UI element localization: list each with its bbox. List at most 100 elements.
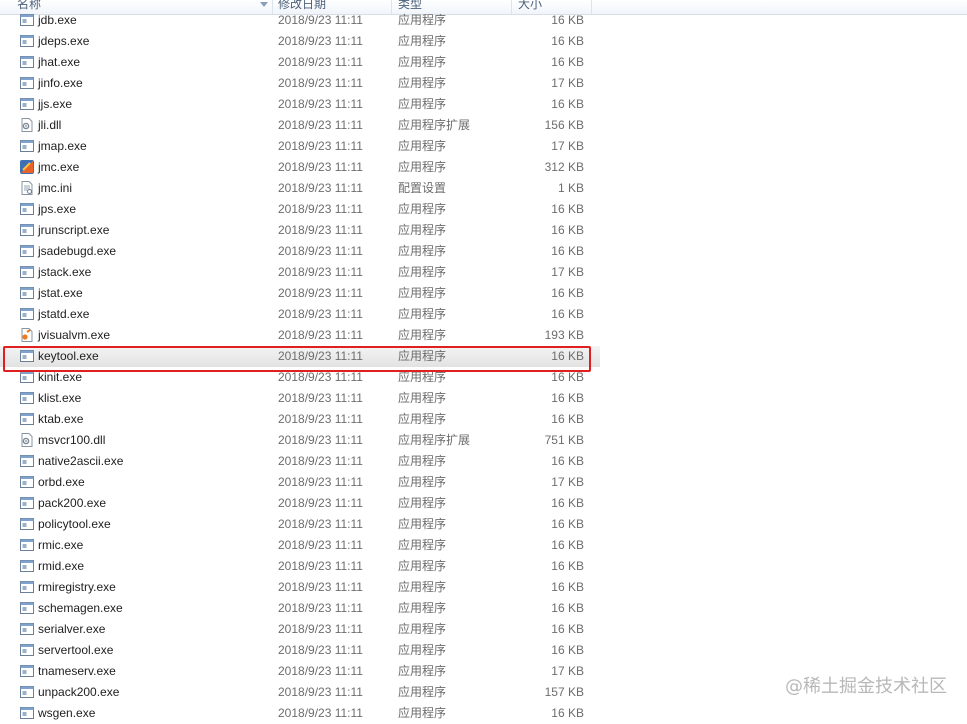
file-row[interactable]: orbd.exe 2018/9/23 11:11 应用程序 17 KB xyxy=(0,472,600,493)
sort-ascending-icon xyxy=(260,2,268,7)
file-modified-date: 2018/9/23 11:11 xyxy=(278,559,363,573)
file-row[interactable]: jmap.exe 2018/9/23 11:11 应用程序 17 KB xyxy=(0,136,600,157)
file-name: jdeps.exe xyxy=(38,34,90,48)
file-type: 应用程序 xyxy=(398,307,447,321)
file-size: 17 KB xyxy=(551,76,584,90)
file-type: 应用程序 xyxy=(398,34,447,48)
file-row[interactable]: jrunscript.exe 2018/9/23 11:11 应用程序 16 KB xyxy=(0,220,600,241)
file-type: 应用程序 xyxy=(398,685,447,699)
file-row[interactable]: jdb.exe 2018/9/23 11:11 应用程序 16 KB xyxy=(0,10,600,31)
file-row[interactable]: jmc.ini 2018/9/23 11:11 配置设置 1 KB xyxy=(0,178,600,199)
exe-file-icon xyxy=(19,558,35,574)
file-row[interactable]: rmid.exe 2018/9/23 11:11 应用程序 16 KB xyxy=(0,556,600,577)
file-row[interactable]: jstack.exe 2018/9/23 11:11 应用程序 17 KB xyxy=(0,262,600,283)
file-name: schemagen.exe xyxy=(38,601,123,615)
file-row[interactable]: wsgen.exe 2018/9/23 11:11 应用程序 16 KB xyxy=(0,703,600,724)
file-row[interactable]: native2ascii.exe 2018/9/23 11:11 应用程序 16 KB xyxy=(0,451,600,472)
file-row[interactable]: jdeps.exe 2018/9/23 11:11 应用程序 16 KB xyxy=(0,31,600,52)
file-row[interactable]: schemagen.exe 2018/9/23 11:11 应用程序 16 KB xyxy=(0,598,600,619)
exe-file-icon xyxy=(19,621,35,637)
file-name: jrunscript.exe xyxy=(38,223,110,237)
file-row[interactable]: pack200.exe 2018/9/23 11:11 应用程序 16 KB xyxy=(0,493,600,514)
file-row[interactable]: jps.exe 2018/9/23 11:11 应用程序 16 KB xyxy=(0,199,600,220)
file-type: 应用程序 xyxy=(398,496,447,510)
file-size: 16 KB xyxy=(551,622,584,636)
file-row[interactable]: jli.dll 2018/9/23 11:11 应用程序扩展 156 KB xyxy=(0,115,600,136)
file-row[interactable]: jjs.exe 2018/9/23 11:11 应用程序 16 KB xyxy=(0,94,600,115)
file-row-keytool[interactable]: keytool.exe 2018/9/23 11:11 应用程序 16 KB xyxy=(0,346,600,367)
file-name: keytool.exe xyxy=(38,349,99,363)
file-size: 16 KB xyxy=(551,559,584,573)
file-name: servertool.exe xyxy=(38,643,114,657)
file-row[interactable]: jhat.exe 2018/9/23 11:11 应用程序 16 KB xyxy=(0,52,600,73)
file-row[interactable]: jsadebugd.exe 2018/9/23 11:11 应用程序 16 KB xyxy=(0,241,600,262)
exe-file-icon xyxy=(19,12,35,28)
file-row[interactable]: unpack200.exe 2018/9/23 11:11 应用程序 157 KB xyxy=(0,682,600,703)
file-type: 配置设置 xyxy=(398,181,447,195)
exe-file-icon xyxy=(19,54,35,70)
exe-file-icon xyxy=(19,75,35,91)
file-row[interactable]: serialver.exe 2018/9/23 11:11 应用程序 16 KB xyxy=(0,619,600,640)
file-row[interactable]: ktab.exe 2018/9/23 11:11 应用程序 16 KB xyxy=(0,409,600,430)
file-row[interactable]: jmc.exe 2018/9/23 11:11 应用程序 312 KB xyxy=(0,157,600,178)
file-type: 应用程序 xyxy=(398,328,447,342)
file-type: 应用程序 xyxy=(398,664,447,678)
file-type: 应用程序 xyxy=(398,13,447,27)
file-type: 应用程序 xyxy=(398,223,447,237)
file-modified-date: 2018/9/23 11:11 xyxy=(278,286,363,300)
file-size: 16 KB xyxy=(551,349,584,363)
exe-file-icon xyxy=(19,663,35,679)
file-row[interactable]: rmiregistry.exe 2018/9/23 11:11 应用程序 16 KB xyxy=(0,577,600,598)
file-name: wsgen.exe xyxy=(38,706,96,720)
file-modified-date: 2018/9/23 11:11 xyxy=(278,538,363,552)
file-name: jstat.exe xyxy=(38,286,83,300)
file-type: 应用程序扩展 xyxy=(398,433,471,447)
file-modified-date: 2018/9/23 11:11 xyxy=(278,475,363,489)
ini-file-icon xyxy=(19,180,35,196)
file-row[interactable]: servertool.exe 2018/9/23 11:11 应用程序 16 KB xyxy=(0,640,600,661)
dll-file-icon xyxy=(19,117,35,133)
file-modified-date: 2018/9/23 11:11 xyxy=(278,517,363,531)
file-row[interactable]: rmic.exe 2018/9/23 11:11 应用程序 16 KB xyxy=(0,535,600,556)
dll-file-icon xyxy=(19,432,35,448)
file-size: 16 KB xyxy=(551,97,584,111)
file-size: 16 KB xyxy=(551,706,584,720)
file-modified-date: 2018/9/23 11:11 xyxy=(278,685,363,699)
file-name: pack200.exe xyxy=(38,496,107,510)
file-size: 16 KB xyxy=(551,601,584,615)
file-name: orbd.exe xyxy=(38,475,85,489)
file-type: 应用程序扩展 xyxy=(398,118,471,132)
file-size: 751 KB xyxy=(544,433,584,447)
file-row[interactable]: kinit.exe 2018/9/23 11:11 应用程序 16 KB xyxy=(0,367,600,388)
file-name: jjs.exe xyxy=(38,97,73,111)
exe-file-icon xyxy=(19,369,35,385)
file-type: 应用程序 xyxy=(398,55,447,69)
file-modified-date: 2018/9/23 11:11 xyxy=(278,349,363,363)
file-row[interactable]: tnameserv.exe 2018/9/23 11:11 应用程序 17 KB xyxy=(0,661,600,682)
exe-file-icon xyxy=(19,516,35,532)
exe-file-icon xyxy=(19,537,35,553)
file-row[interactable]: jstat.exe 2018/9/23 11:11 应用程序 16 KB xyxy=(0,283,600,304)
exe-file-icon xyxy=(19,222,35,238)
file-type: 应用程序 xyxy=(398,349,447,363)
file-type: 应用程序 xyxy=(398,265,447,279)
file-row[interactable]: klist.exe 2018/9/23 11:11 应用程序 16 KB xyxy=(0,388,600,409)
file-name: jvisualvm.exe xyxy=(38,328,111,342)
file-row[interactable]: policytool.exe 2018/9/23 11:11 应用程序 16 KB xyxy=(0,514,600,535)
file-modified-date: 2018/9/23 11:11 xyxy=(278,244,363,258)
file-name: jps.exe xyxy=(38,202,77,216)
file-size: 17 KB xyxy=(551,139,584,153)
file-row[interactable]: jvisualvm.exe 2018/9/23 11:11 应用程序 193 KB xyxy=(0,325,600,346)
file-row[interactable]: msvcr100.dll 2018/9/23 11:11 应用程序扩展 751 KB xyxy=(0,430,600,451)
file-type: 应用程序 xyxy=(398,454,447,468)
file-size: 16 KB xyxy=(551,517,584,531)
file-modified-date: 2018/9/23 11:11 xyxy=(278,706,363,720)
file-row[interactable]: jinfo.exe 2018/9/23 11:11 应用程序 17 KB xyxy=(0,73,600,94)
file-type: 应用程序 xyxy=(398,391,447,405)
file-modified-date: 2018/9/23 11:11 xyxy=(278,580,363,594)
file-row[interactable]: jstatd.exe 2018/9/23 11:11 应用程序 16 KB xyxy=(0,304,600,325)
file-name: jmc.ini xyxy=(38,181,73,195)
exe-file-icon xyxy=(19,579,35,595)
file-name: jdb.exe xyxy=(38,13,77,27)
file-modified-date: 2018/9/23 11:11 xyxy=(278,328,363,342)
